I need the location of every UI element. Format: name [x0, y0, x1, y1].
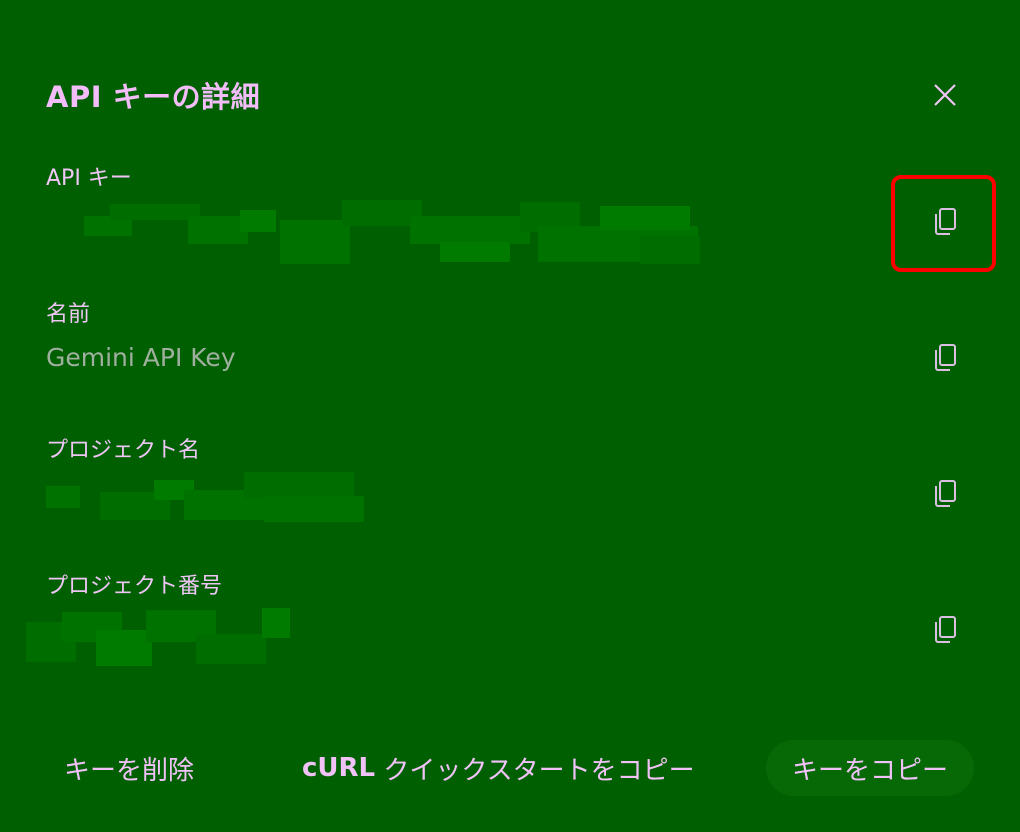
project-number-label: プロジェクト番号: [46, 574, 223, 599]
copy-curl-quickstart-button[interactable]: cURL クイックスタートをコピー: [302, 740, 695, 796]
api-key-value-redacted: [80, 196, 720, 268]
project-name-label: プロジェクト名: [46, 438, 201, 463]
curl-quickstart-label: クイックスタートをコピー: [375, 755, 695, 786]
copy-icon: [935, 344, 956, 371]
copy-icon: [935, 616, 956, 643]
api-key-details-dialog: API キーの詳細 API キー 名前 Gemini API Key プロジェク…: [0, 0, 1020, 832]
close-button[interactable]: [924, 74, 966, 116]
name-value: Gemini API Key: [46, 343, 236, 372]
copy-icon: [935, 480, 956, 507]
copy-api-key-button[interactable]: [920, 197, 970, 247]
name-label: 名前: [46, 302, 91, 327]
copy-project-name-button[interactable]: [920, 469, 970, 519]
copy-icon: [935, 208, 956, 235]
copy-name-button[interactable]: [920, 333, 970, 383]
copy-key-button[interactable]: キーをコピー: [766, 740, 975, 796]
project-name-value-redacted: [44, 470, 374, 524]
dialog-title: API キーの詳細: [46, 80, 261, 114]
project-number-value-redacted: [26, 604, 296, 668]
close-icon: [934, 84, 956, 106]
copy-project-number-button[interactable]: [920, 605, 970, 655]
api-key-label: API キー: [46, 166, 132, 191]
delete-key-button[interactable]: キーを削除: [64, 740, 194, 796]
curl-label: cURL: [302, 753, 376, 783]
